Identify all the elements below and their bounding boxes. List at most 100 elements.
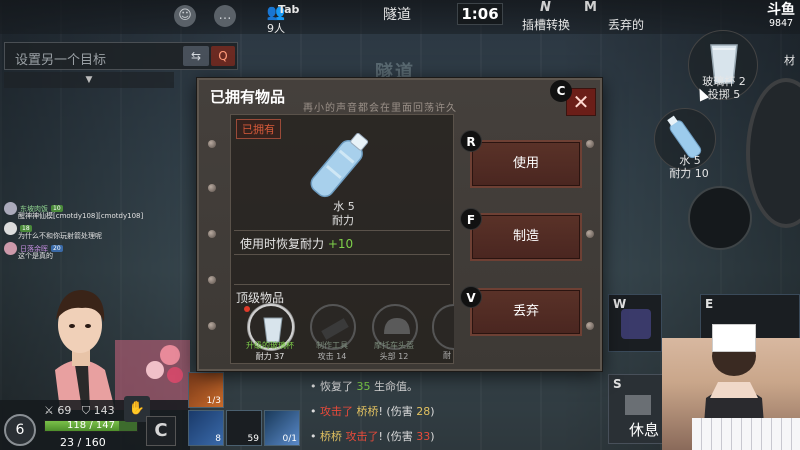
w-skill-slot[interactable]: W	[608, 294, 662, 352]
log-action: 攻击了	[345, 430, 379, 443]
inventory-slot-label: 制作工具 攻击 14	[302, 340, 362, 362]
s-rest-button[interactable]: S 休息	[608, 374, 666, 444]
rest-label: 休息	[629, 421, 660, 439]
effect-label: 使用时恢复耐力	[240, 237, 325, 251]
log-number: 28	[416, 405, 431, 418]
item-effect: 使用时恢复耐力 +10	[240, 235, 353, 252]
log-actor: 桥桥	[320, 430, 342, 443]
chat-text: 为什么不和你玩射箭处理呢	[18, 232, 102, 240]
item-slot-4[interactable]: 0/1	[264, 410, 300, 446]
target-selector[interactable]: 设置另一个目标 ⇆ Q	[4, 42, 238, 70]
divider	[234, 230, 450, 231]
shield-icon: ⛉	[81, 404, 91, 417]
inventory-slot-label: 升级的玻璃杯 耐力 37	[240, 340, 300, 362]
log-text: ! (伤害	[378, 430, 413, 443]
modal-title: 已拥有物品	[210, 88, 286, 106]
category-label: 顶级物品	[236, 291, 285, 305]
inventory-item-name: 制作工具	[316, 341, 348, 350]
inventory-slot-label: 摩托车头盔 头部 12	[364, 340, 424, 362]
discard-key-hint: V	[460, 286, 482, 308]
chat-icon[interactable]: …	[214, 5, 236, 27]
watermark-logo: 斗鱼	[767, 2, 795, 18]
effect-value: +10	[327, 237, 354, 251]
player-count-label: 9人	[267, 22, 285, 35]
item-slot-1[interactable]: 1/3	[188, 372, 224, 408]
target-expand-button[interactable]: ▼	[4, 72, 174, 88]
divider	[234, 254, 450, 255]
quick-item-water-stat: 耐力 10	[669, 167, 709, 180]
craft-button[interactable]: 制造	[470, 213, 582, 261]
face-privacy-sticker	[712, 324, 756, 352]
attack-value: 69	[57, 404, 72, 417]
character-portrait	[55, 290, 190, 410]
slot-count: 1/3	[206, 396, 221, 406]
watermark-number: 9847	[768, 18, 794, 29]
log-action: 恢复了	[320, 380, 353, 393]
log-close: )	[430, 405, 435, 418]
chat-avatar	[4, 202, 17, 215]
tab-key-hint: Tab	[278, 3, 300, 16]
rivet	[208, 230, 216, 238]
inventory-item-stat: 耐	[443, 351, 451, 360]
attack-defense-row: ⚔ 69 ⛉ 143	[44, 404, 115, 418]
empty-quick-slot[interactable]	[688, 186, 752, 250]
quick-item-partial-label: 材	[784, 54, 795, 67]
log-target: 桥桥	[356, 405, 379, 418]
rivet	[208, 140, 216, 148]
log-action: 攻击了	[320, 405, 353, 418]
s-key-letter: S	[613, 377, 622, 391]
item-slot-3[interactable]: 59	[226, 410, 262, 446]
water-bottle-icon	[310, 132, 369, 198]
inventory-item-name: 升级的玻璃杯	[246, 341, 294, 350]
new-item-dot	[244, 306, 250, 312]
inventory-item-name: 摩托车头盔	[374, 341, 414, 350]
rivet	[208, 322, 216, 330]
combat-log-line: • 恢复了 35 生命值。	[310, 380, 418, 393]
c-key-button[interactable]: C	[146, 416, 176, 446]
sword-icon: ⚔	[44, 404, 54, 417]
rivet	[208, 276, 216, 284]
location-name: 隧道	[383, 7, 411, 23]
rivet	[208, 184, 216, 192]
use-button[interactable]: 使用	[470, 140, 582, 188]
swap-target-button[interactable]: ⇆	[183, 46, 209, 66]
chat-text: 醒神神仙模[cmotdy108][cmotdy108]	[18, 212, 144, 220]
slot-count: 8	[215, 434, 221, 444]
player-level: 6	[4, 414, 36, 446]
rivet	[586, 230, 594, 238]
rivet	[586, 322, 594, 330]
modal-subtitle: 再小的声音都会在里面回荡许久	[303, 103, 457, 114]
rivet	[586, 140, 594, 148]
owned-tag: 已拥有	[236, 119, 281, 139]
key-m-hint: M	[584, 0, 597, 15]
key-n-hint: N	[540, 0, 551, 15]
discarded-button[interactable]: 丢弃的	[608, 16, 644, 33]
emote-icon[interactable]: ☺	[174, 5, 196, 27]
slot-switch-button[interactable]: 插槽转换	[522, 16, 570, 33]
combat-log-line: • 攻击了 桥桥! (伤害 28)	[310, 405, 435, 418]
quick-item-water-name: 水 5	[679, 154, 701, 167]
search-target-button[interactable]: Q	[211, 46, 235, 66]
close-key-hint: C	[550, 80, 572, 102]
log-close: )	[430, 430, 435, 443]
hp-text: 118 / 147	[67, 420, 115, 431]
keyboard-in-webcam	[692, 418, 800, 450]
combat-log-line: • 桥桥 攻击了! (伤害 33)	[310, 430, 435, 443]
divider	[234, 284, 450, 285]
slot-count: 59	[247, 434, 259, 444]
log-number: 35	[356, 380, 371, 393]
item-slot-2[interactable]: 8	[188, 410, 224, 446]
target-placeholder: 设置另一个目标	[15, 53, 107, 68]
chat-avatar	[4, 242, 17, 255]
inventory-item-stat: 耐力 37	[255, 352, 285, 361]
discard-button[interactable]: 丢弃	[470, 288, 582, 336]
chat-avatar	[4, 222, 17, 235]
stream-watermark: 斗鱼 9847	[762, 2, 800, 29]
log-text: 生命值。	[374, 380, 418, 393]
slot-count: 0/1	[282, 434, 297, 444]
w-skill-icon	[621, 309, 651, 339]
inventory-item-stat: 头部 12	[379, 352, 409, 361]
craft-key-hint: F	[460, 208, 482, 230]
stamina-text: 23 / 160	[60, 436, 106, 449]
log-text: ! (伤害	[378, 405, 413, 418]
